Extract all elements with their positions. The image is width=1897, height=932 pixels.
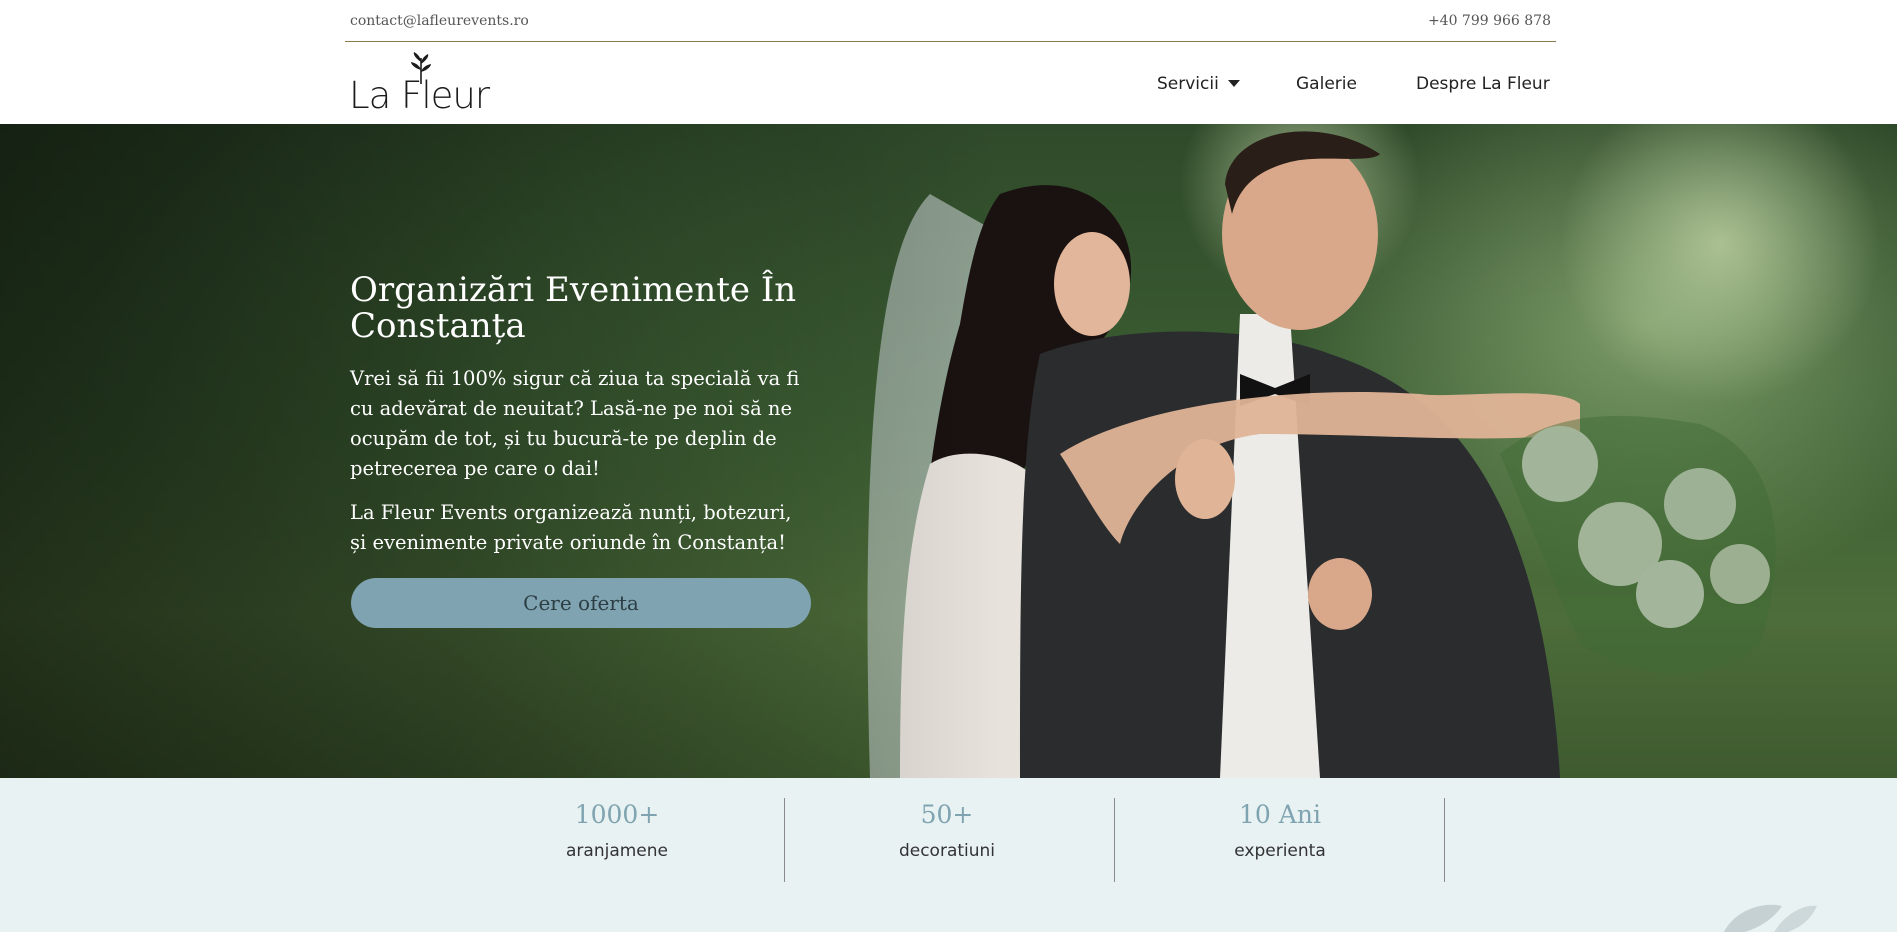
contact-phone-link[interactable]: +40 799 966 878: [1428, 13, 1551, 29]
stat-experience: 10 Ani experienta: [1115, 800, 1445, 861]
decorative-leaf-icon: [1724, 904, 1817, 932]
hero-intro-text: Vrei să fii 100% sigur că ziua ta specia…: [350, 367, 800, 480]
top-contact-bar: contact@lafleurevents.ro +40 799 966 878: [345, 0, 1556, 42]
caret-down-icon: [1227, 79, 1240, 87]
site-header: La Fleur Servicii Galerie Despre La Fleu…: [0, 42, 1897, 124]
hero-services-text: La Fleur Events organizează nunți, botez…: [350, 501, 792, 554]
stat-value: 50+: [920, 800, 974, 829]
hero-section: Organizări Evenimente În Constanța Vrei …: [0, 124, 1897, 778]
hero-title: Organizări Evenimente În Constanța: [350, 270, 797, 346]
stat-decorations: 50+ decoratiuni: [782, 800, 1112, 861]
stat-value: 10 Ani: [1239, 800, 1321, 829]
logo-wordmark: La Fleur: [349, 74, 490, 117]
stat-label: aranjamene: [566, 841, 668, 861]
stats-section: 1000+ aranjamene 50+ decoratiuni 10 Ani …: [0, 778, 1897, 932]
stat-arrangements: 1000+ aranjamene: [452, 800, 782, 861]
nav-item-servicii[interactable]: Servicii: [1157, 74, 1240, 94]
nav-item-despre[interactable]: Despre La Fleur: [1416, 74, 1550, 94]
site-logo[interactable]: La Fleur: [349, 52, 490, 120]
nav-item-label: Servicii: [1157, 74, 1219, 94]
stat-divider: [1444, 798, 1445, 882]
nav-item-galerie[interactable]: Galerie: [1296, 74, 1357, 94]
stat-value: 1000+: [574, 800, 660, 829]
stat-label: decoratiuni: [898, 841, 996, 861]
request-offer-button[interactable]: Cere oferta: [351, 578, 811, 628]
stat-label: experienta: [1234, 841, 1326, 861]
contact-email-link[interactable]: contact@lafleurevents.ro: [350, 13, 529, 29]
